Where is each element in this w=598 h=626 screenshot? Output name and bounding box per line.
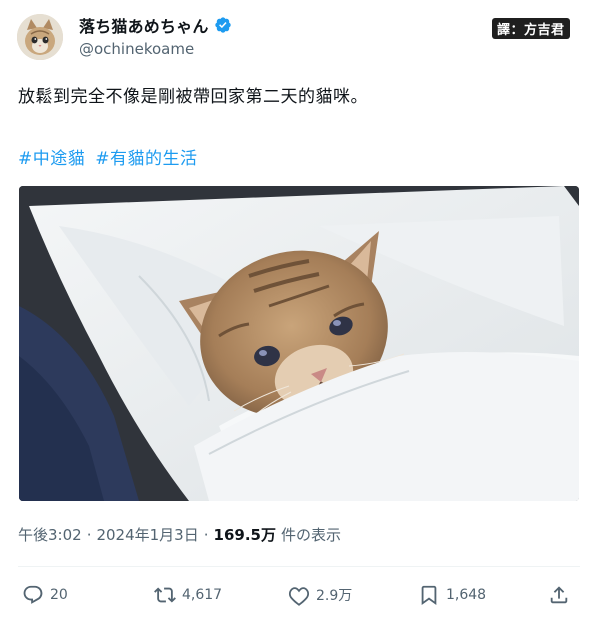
meta-separator: · — [203, 525, 209, 544]
avatar-cat-image — [17, 14, 63, 60]
author-name-row: 落ち猫あめちゃん — [79, 14, 232, 36]
post-date[interactable]: 2024年1月3日 — [96, 524, 198, 545]
verified-badge-icon — [214, 16, 232, 34]
views-label: 件の表示 — [280, 526, 341, 544]
repost-count: 4,617 — [182, 587, 223, 603]
post-time[interactable]: 午後3:02 — [18, 524, 82, 545]
post-media-image[interactable] — [19, 186, 579, 501]
reply-button[interactable]: 20 — [22, 584, 68, 606]
hashtag-link[interactable]: #有貓的生活 — [95, 144, 197, 169]
like-count: 2.9万 — [316, 588, 353, 604]
author-display-name[interactable]: 落ち猫あめちゃん — [79, 13, 209, 37]
author-handle[interactable]: @ochinekoame — [79, 40, 194, 58]
share-button[interactable] — [548, 584, 570, 606]
bookmark-count: 1,648 — [446, 587, 487, 603]
reply-count: 20 — [50, 587, 68, 603]
repost-button[interactable]: 4,617 — [154, 584, 222, 606]
heart-icon — [288, 584, 310, 606]
share-icon — [548, 584, 570, 606]
meta-separator: · — [86, 525, 92, 544]
hashtag-list: #中途貓 #有貓的生活 — [18, 144, 198, 169]
avatar[interactable] — [17, 14, 63, 60]
like-button[interactable]: 2.9万 — [288, 584, 352, 606]
bookmark-button[interactable]: 1,648 — [418, 584, 486, 606]
post-text: 放鬆到完全不像是剛被帶回家第二天的貓咪。 — [18, 87, 368, 107]
post-actions-bar: 20 4,617 2.9万 1,648 — [18, 578, 580, 618]
reply-icon — [22, 584, 44, 606]
repost-icon — [154, 584, 176, 606]
views-count: 169.5万 — [213, 526, 276, 544]
divider — [18, 566, 580, 567]
bookmark-icon — [418, 584, 440, 606]
hashtag-link[interactable]: #中途貓 — [18, 144, 85, 169]
kitten-photo — [19, 186, 579, 501]
translator-badge: 譯：方吉君 — [492, 18, 570, 39]
post-meta: 午後3:02 · 2024年1月3日 · 169.5万 件の表示 — [18, 524, 341, 545]
